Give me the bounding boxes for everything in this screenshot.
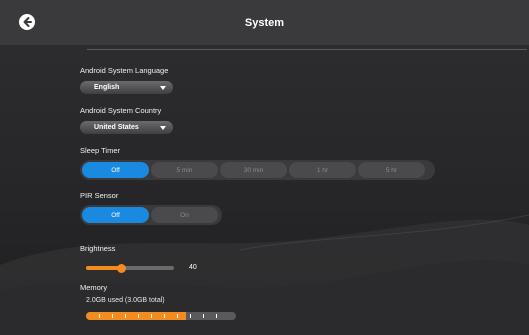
memory-usage-text: 2.0GB used (3.0GB total) [86, 297, 165, 304]
sleep-timer-option-1-hr[interactable]: 1 hr [289, 162, 356, 178]
pir-sensor-option-off[interactable]: Off [82, 207, 149, 223]
pir-sensor-label: PIR Sensor [80, 191, 119, 200]
language-label: Android System Language [80, 66, 169, 75]
sleep-timer-segmented-control: Off 5 min 30 min 1 hr 5 hr [80, 160, 435, 180]
chevron-down-icon [160, 126, 166, 130]
sleep-timer-option-off[interactable]: Off [82, 162, 149, 178]
settings-screen: System Android System Language English A… [0, 0, 529, 335]
memory-label: Memory [80, 283, 108, 292]
header-divider [87, 49, 527, 50]
memory-bar-tick [177, 314, 179, 318]
sleep-timer-option-5-hr[interactable]: 5 hr [358, 162, 425, 178]
top-bar: System [0, 0, 529, 45]
memory-bar-tick [138, 314, 140, 318]
pir-sensor-segmented-control: Off On [80, 205, 222, 225]
memory-bar-tick [99, 314, 101, 318]
page-title: System [244, 16, 285, 29]
brightness-slider-thumb[interactable] [116, 263, 126, 273]
brightness-label: Brightness [80, 244, 116, 253]
sleep-timer-option-5-min[interactable]: 5 min [151, 162, 218, 178]
country-dropdown[interactable]: United States [80, 121, 173, 134]
memory-bar-tick [125, 314, 127, 318]
language-dropdown[interactable]: English [80, 81, 173, 94]
memory-bar-tick [203, 314, 205, 318]
language-value: English [94, 84, 120, 91]
chevron-down-icon [160, 86, 166, 90]
memory-bar-tick [164, 314, 166, 318]
memory-usage-bar [86, 312, 236, 320]
memory-bar-tick [112, 314, 114, 318]
brightness-value: 40 [189, 264, 197, 271]
memory-bar-tick [216, 314, 218, 318]
sleep-timer-label: Sleep Timer [80, 146, 121, 155]
memory-usage-fill [86, 312, 187, 320]
brightness-slider-fill [86, 266, 122, 270]
brightness-slider[interactable] [86, 263, 174, 273]
pir-sensor-option-on[interactable]: On [151, 207, 218, 223]
memory-bar-tick [190, 314, 192, 318]
memory-bar-tick [151, 314, 153, 318]
back-arrow-icon[interactable] [18, 13, 36, 31]
sleep-timer-option-30-min[interactable]: 30 min [220, 162, 287, 178]
country-label: Android System Country [80, 106, 162, 115]
country-value: United States [94, 124, 139, 131]
